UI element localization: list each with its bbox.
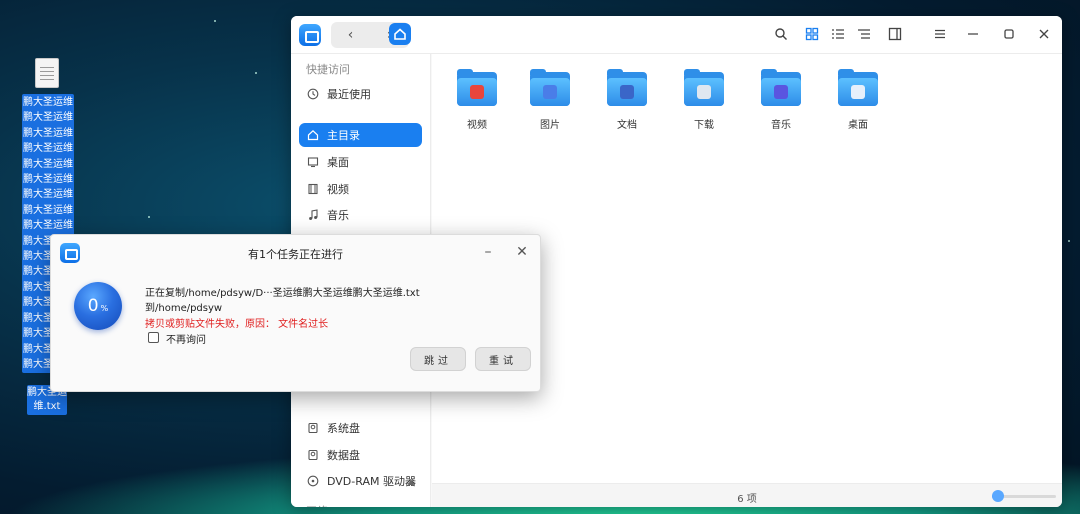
dialog-title: 有1个任务正在进行 xyxy=(248,248,343,261)
folder-label: 文档 xyxy=(617,120,637,131)
skip-button[interactable]: 跳过 xyxy=(410,347,466,371)
sidebar-item-music[interactable]: 音乐 xyxy=(299,203,422,227)
sidebar-item-recent[interactable]: 最近使用 xyxy=(299,82,422,106)
sidebar-item-label: 音乐 xyxy=(327,209,349,222)
eject-icon[interactable]: ▲ xyxy=(408,477,414,486)
folder-label: 下载 xyxy=(694,120,714,131)
folder-label: 视频 xyxy=(467,120,487,131)
breadcrumb-home-button[interactable] xyxy=(389,23,411,45)
music-icon xyxy=(307,209,319,221)
folder-videos[interactable]: 视频 xyxy=(447,69,507,131)
dont-ask-again-checkbox[interactable] xyxy=(148,332,159,343)
close-icon[interactable] xyxy=(1036,26,1052,42)
home-icon xyxy=(394,28,406,40)
disk-icon xyxy=(307,449,319,461)
dont-ask-again-label: 不再询问 xyxy=(166,335,206,346)
document-folder-icon xyxy=(607,69,647,106)
task-progress-dialog: 有1个任务正在进行 – ✕ 0 % 正在复制/home/pdsyw/D···圣运… xyxy=(50,234,541,392)
home-icon xyxy=(307,129,319,141)
desktop-icon xyxy=(307,156,319,168)
star xyxy=(255,72,257,74)
sidebar-item-dvd-drive[interactable]: DVD-RAM 驱动器 ▲ xyxy=(299,469,422,493)
search-icon[interactable] xyxy=(773,26,789,42)
text-file-icon xyxy=(35,58,59,88)
sidebar-item-desktop[interactable]: 桌面 xyxy=(299,150,422,174)
sidebar-item-system-disk[interactable]: 系统盘 xyxy=(299,416,422,440)
minimize-icon[interactable]: – xyxy=(479,243,497,261)
download-folder-icon xyxy=(684,69,724,106)
file-manager-logo-icon xyxy=(299,24,321,46)
film-icon xyxy=(307,183,319,195)
folder-pictures[interactable]: 图片 xyxy=(520,69,580,131)
sidebar-item-videos[interactable]: 视频 xyxy=(299,177,422,201)
sidebar-section-network: 网络 xyxy=(306,503,328,507)
sidebar-item-label: 桌面 xyxy=(327,156,349,169)
sidebar-item-label: 主目录 xyxy=(327,129,360,142)
close-icon[interactable]: ✕ xyxy=(513,243,531,261)
star xyxy=(1068,240,1070,242)
sidebar-item-label: 系统盘 xyxy=(327,422,360,435)
details-panel-icon[interactable] xyxy=(887,26,903,42)
clock-icon xyxy=(307,88,319,100)
star xyxy=(214,20,216,22)
zoom-slider[interactable] xyxy=(992,490,1056,502)
item-count: 6 项 xyxy=(737,494,757,505)
folder-music[interactable]: 音乐 xyxy=(751,69,811,131)
progress-ring: 0 % xyxy=(74,282,122,330)
desktop-folder-icon xyxy=(838,69,878,106)
folder-label: 音乐 xyxy=(771,120,791,131)
sidebar-section-quick-access: 快捷访问 xyxy=(306,63,350,76)
folder-desktop[interactable]: 桌面 xyxy=(828,69,888,131)
back-icon[interactable]: ‹ xyxy=(331,22,370,48)
optical-drive-icon xyxy=(307,475,319,487)
icon-view-icon[interactable] xyxy=(804,26,820,42)
copy-source-text: 正在复制/home/pdsyw/D···圣运维鹏大圣运维鹏大圣运维.txt xyxy=(145,288,420,299)
video-folder-icon xyxy=(457,69,497,106)
music-folder-icon xyxy=(761,69,801,106)
sidebar-item-home[interactable]: 主目录 xyxy=(299,123,422,147)
retry-button[interactable]: 重试 xyxy=(475,347,531,371)
disk-icon xyxy=(307,422,319,434)
folder-label: 图片 xyxy=(540,120,560,131)
folder-label: 桌面 xyxy=(848,120,868,131)
sidebar-item-label: 最近使用 xyxy=(327,88,371,101)
copy-destination-text: 到/home/pdsyw xyxy=(145,303,223,314)
minimize-icon[interactable] xyxy=(965,26,981,42)
picture-folder-icon xyxy=(530,69,570,106)
title-bar: ‹ › xyxy=(291,16,1062,54)
folder-documents[interactable]: 文档 xyxy=(597,69,657,131)
progress-number: 0 xyxy=(87,296,99,316)
progress-unit: % xyxy=(100,303,109,313)
menu-icon[interactable] xyxy=(932,26,948,42)
status-bar: 6 项 xyxy=(432,483,1062,507)
sidebar-item-label: DVD-RAM 驱动器 xyxy=(327,475,416,488)
star xyxy=(148,216,150,218)
sidebar-item-label: 数据盘 xyxy=(327,449,360,462)
sidebar-item-label: 视频 xyxy=(327,183,349,196)
maximize-icon[interactable] xyxy=(1001,26,1017,42)
tree-view-icon[interactable] xyxy=(856,26,872,42)
error-message: 拷贝或剪贴文件失败，原因： 文件名过长 xyxy=(145,319,329,330)
folder-downloads[interactable]: 下载 xyxy=(674,69,734,131)
sidebar-item-data-disk[interactable]: 数据盘 xyxy=(299,443,422,467)
list-view-icon[interactable] xyxy=(830,26,846,42)
